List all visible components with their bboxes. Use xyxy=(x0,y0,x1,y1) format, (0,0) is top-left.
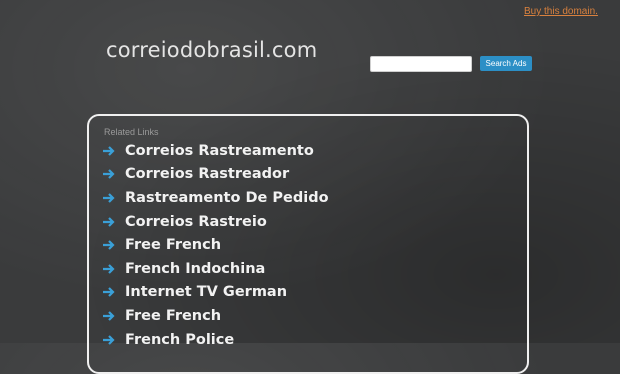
related-links-heading: Related Links xyxy=(104,127,159,137)
related-link[interactable]: Free French xyxy=(102,304,329,328)
related-link[interactable]: Correios Rastreador xyxy=(102,163,329,187)
related-link[interactable]: French Indochina xyxy=(102,257,329,281)
related-link[interactable]: French Police xyxy=(102,328,329,352)
related-link-label[interactable]: Correios Rastreio xyxy=(125,214,267,230)
arrow-right-icon xyxy=(103,334,115,345)
related-link-label[interactable]: Rastreamento De Pedido xyxy=(125,190,329,206)
related-link-label[interactable]: Free French xyxy=(125,308,221,324)
site-title: correiodobrasil.com xyxy=(106,38,318,62)
related-link-label[interactable]: Free French xyxy=(125,237,221,253)
arrow-right-icon xyxy=(103,193,115,203)
related-link-label[interactable]: Correios Rastreamento xyxy=(125,143,314,159)
arrow-right-icon xyxy=(103,146,115,156)
arrow-right-icon xyxy=(103,169,115,180)
arrow-right-icon xyxy=(103,240,115,250)
arrow-right-icon xyxy=(103,287,115,298)
related-link[interactable]: Rastreamento De Pedido xyxy=(102,186,329,210)
related-link-label[interactable]: French Police xyxy=(125,332,234,348)
related-link[interactable]: Correios Rastreio xyxy=(102,210,329,234)
related-link-label[interactable]: Correios Rastreador xyxy=(125,166,289,182)
related-links-list: Correios Rastreamento Correios Rastreado… xyxy=(102,139,329,351)
search-ads-button[interactable]: Search Ads xyxy=(480,56,532,71)
search-input[interactable] xyxy=(370,56,472,72)
arrow-right-icon xyxy=(103,311,115,321)
related-link[interactable]: Internet TV German xyxy=(102,281,329,305)
related-link[interactable]: Free French xyxy=(102,233,329,257)
arrow-right-icon xyxy=(103,216,115,227)
buy-domain-link[interactable]: Buy this domain. xyxy=(524,6,598,17)
related-link-label[interactable]: Internet TV German xyxy=(125,284,287,300)
related-link-label[interactable]: French Indochina xyxy=(125,261,265,277)
arrow-right-icon xyxy=(103,263,115,274)
related-link[interactable]: Correios Rastreamento xyxy=(102,139,329,163)
